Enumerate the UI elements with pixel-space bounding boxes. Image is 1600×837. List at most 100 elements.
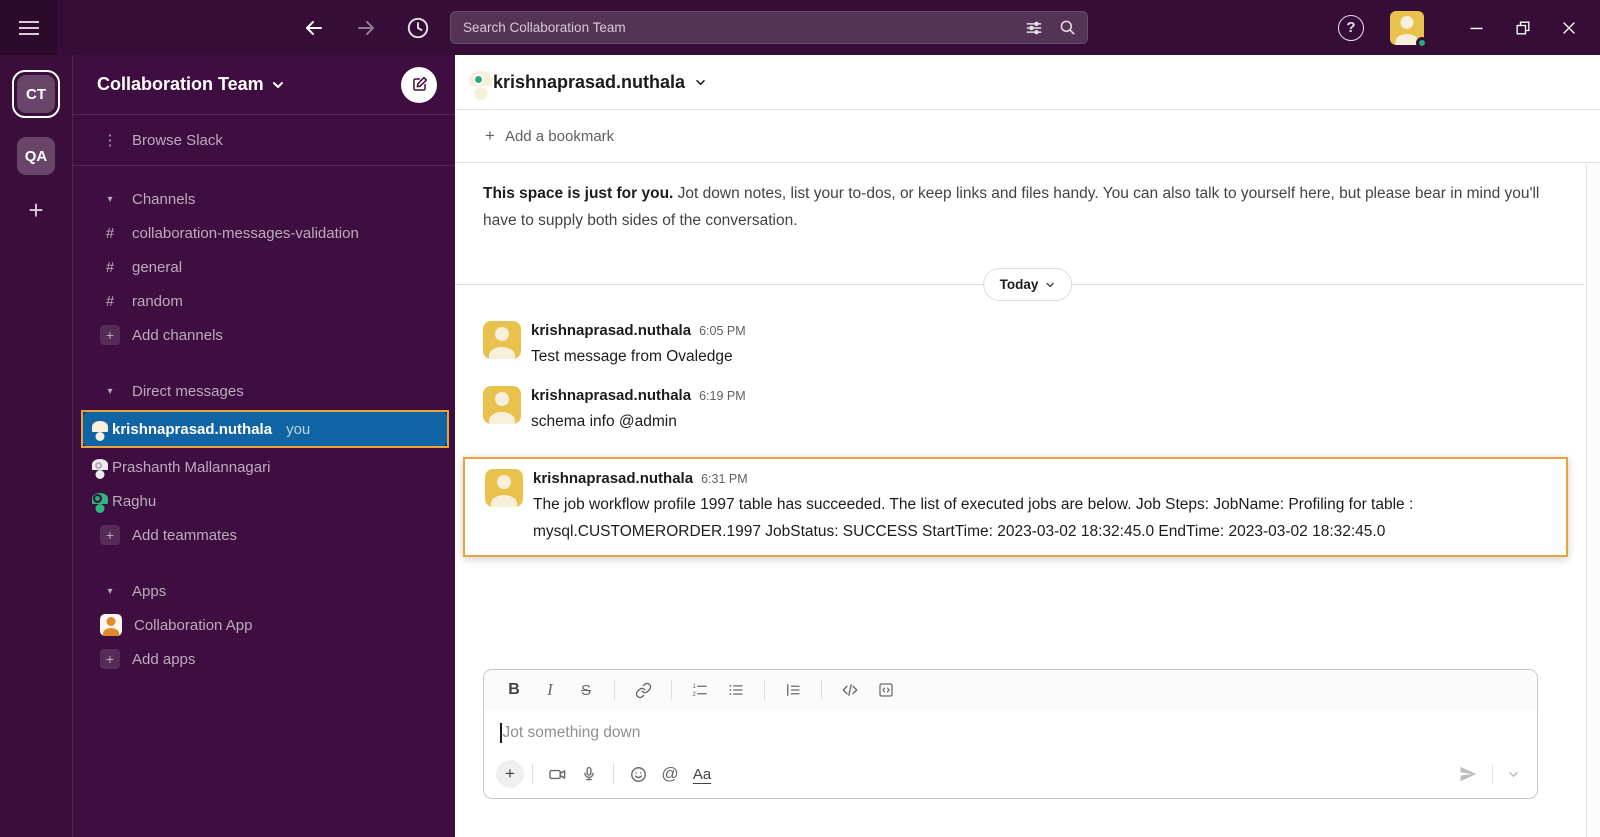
apps-section-header[interactable]: ▾ Apps [73,574,455,608]
presence-dot [1416,37,1428,49]
back-button[interactable] [300,14,328,42]
send-options-button[interactable] [1501,759,1525,789]
code-block-button[interactable] [870,676,902,704]
input-placeholder: Jot something down [503,724,641,742]
code-button[interactable] [834,676,866,704]
search-input[interactable]: Search Collaboration Team [450,11,1088,44]
video-clip-button[interactable] [541,759,573,789]
date-pill-button[interactable]: Today [983,268,1073,301]
workspace-ct-button[interactable]: CT [12,70,60,118]
message-author[interactable]: krishnaprasad.nuthala [531,387,691,404]
topbar-right: ? [1338,0,1600,55]
plus-icon: + [100,325,120,345]
search-filters-icon[interactable] [1024,18,1044,38]
bold-button[interactable]: B [498,676,530,704]
presence-dot [93,494,102,503]
attach-button[interactable]: + [496,760,524,788]
message-timestamp[interactable]: 6:31 PM [701,472,748,486]
scrollbar[interactable] [1586,164,1600,837]
hash-icon: # [100,293,120,310]
mention-button[interactable]: @ [654,759,686,789]
plus-icon: + [505,764,515,784]
forward-button[interactable] [352,14,380,42]
presence-offline-dot [95,462,102,469]
toolbar-divider [614,680,615,700]
close-icon [1559,18,1579,38]
avatar [483,386,521,424]
sidebar-item-browse-slack[interactable]: ⋮ Browse Slack [73,123,455,157]
minimize-button[interactable] [1454,0,1500,55]
sidebar-item-channel-general[interactable]: # general [73,250,455,284]
add-teammates-button[interactable]: + Add teammates [73,518,455,552]
conversation-title-button[interactable]: krishnaprasad.nuthala [481,72,706,93]
sidebar-item-app-collaboration[interactable]: Collaboration App [73,608,455,642]
video-icon [548,765,567,784]
text-formatting-toggle[interactable]: Aa [686,759,718,789]
team-name: Collaboration Team [97,74,264,95]
send-button[interactable] [1452,759,1484,789]
user-menu-avatar[interactable] [1390,11,1424,45]
channels-label: Channels [132,191,195,208]
strikethrough-button[interactable]: S [570,676,602,704]
toolbar-divider [821,680,822,700]
channels-section: ▾ Channels # collaboration-messages-vali… [73,166,455,360]
annotation-highlight-box: krishnaprasad.nuthala6:31 PM The job wor… [463,457,1568,557]
help-button[interactable]: ? [1338,15,1364,41]
sidebar-item-dm-raghu[interactable]: Raghu [73,484,455,518]
conversation-header: krishnaprasad.nuthala [455,55,1600,110]
message-author[interactable]: krishnaprasad.nuthala [533,470,693,487]
add-channels-button[interactable]: + Add channels [73,318,455,352]
blockquote-button[interactable] [777,676,809,704]
message-author[interactable]: krishnaprasad.nuthala [531,322,691,339]
message-row[interactable]: krishnaprasad.nuthala 6:19 PM schema info… [455,378,1600,443]
vertical-dots-icon: ⋮ [100,131,120,149]
team-menu-button[interactable]: Collaboration Team [97,74,284,95]
question-icon: ? [1346,19,1355,36]
toolbar-divider [613,764,614,784]
sidebar-item-channel-random[interactable]: # random [73,284,455,318]
aa-icon: Aa [693,766,711,783]
chevron-down-icon [1045,282,1055,288]
date-divider: Today [455,268,1600,301]
forward-arrow-icon [354,16,378,40]
emoji-button[interactable] [622,759,654,789]
search-icon[interactable] [1058,18,1077,37]
add-bookmark-button[interactable]: + Add a bookmark [455,110,1600,163]
message-row[interactable]: krishnaprasad.nuthala6:31 PM The job wor… [465,461,1552,545]
message-input[interactable]: Jot something down [484,710,1537,754]
app-avatar [100,614,122,636]
message-timestamp[interactable]: 6:19 PM [699,389,746,403]
add-teammates-label: Add teammates [132,527,237,544]
sidebar-item-channel-validation[interactable]: # collaboration-messages-validation [73,216,455,250]
restore-button[interactable] [1500,0,1546,55]
dms-label: Direct messages [132,383,244,400]
message-text: Test message from Ovaledge [531,343,746,370]
italic-button[interactable]: I [534,676,566,704]
ordered-list-button[interactable]: 12 [684,676,716,704]
message-timestamp[interactable]: 6:05 PM [699,324,746,338]
audio-clip-button[interactable] [573,759,605,789]
workspace-qa-tile: QA [17,137,55,175]
dms-section: ▾ Direct messages krishnaprasad.nuthala … [73,360,455,560]
message-text: schema info @admin [531,408,746,435]
dms-section-header[interactable]: ▾ Direct messages [73,374,455,408]
add-apps-button[interactable]: + Add apps [73,642,455,676]
browse-section: ⋮ Browse Slack [73,115,455,166]
blockquote-icon [784,681,802,699]
message-row[interactable]: krishnaprasad.nuthala 6:05 PM Test messag… [455,313,1600,378]
hamburger-menu-button[interactable] [0,0,57,55]
bulleted-list-button[interactable] [720,676,752,704]
history-button[interactable] [404,14,432,42]
minimize-icon [1466,17,1488,39]
sidebar-item-dm-prashanth[interactable]: Prashanth Mallannagari [73,450,455,484]
link-button[interactable] [627,676,659,704]
compose-button[interactable] [401,67,437,103]
workspace-qa-button[interactable]: QA [17,137,55,175]
close-button[interactable] [1546,0,1592,55]
channels-section-header[interactable]: ▾ Channels [73,182,455,216]
apps-label: Apps [132,583,166,600]
add-workspace-button[interactable]: + [28,197,43,223]
plus-icon: + [28,195,43,225]
presence-dot [93,422,102,431]
sidebar-item-dm-self[interactable]: krishnaprasad.nuthala you [83,412,447,446]
